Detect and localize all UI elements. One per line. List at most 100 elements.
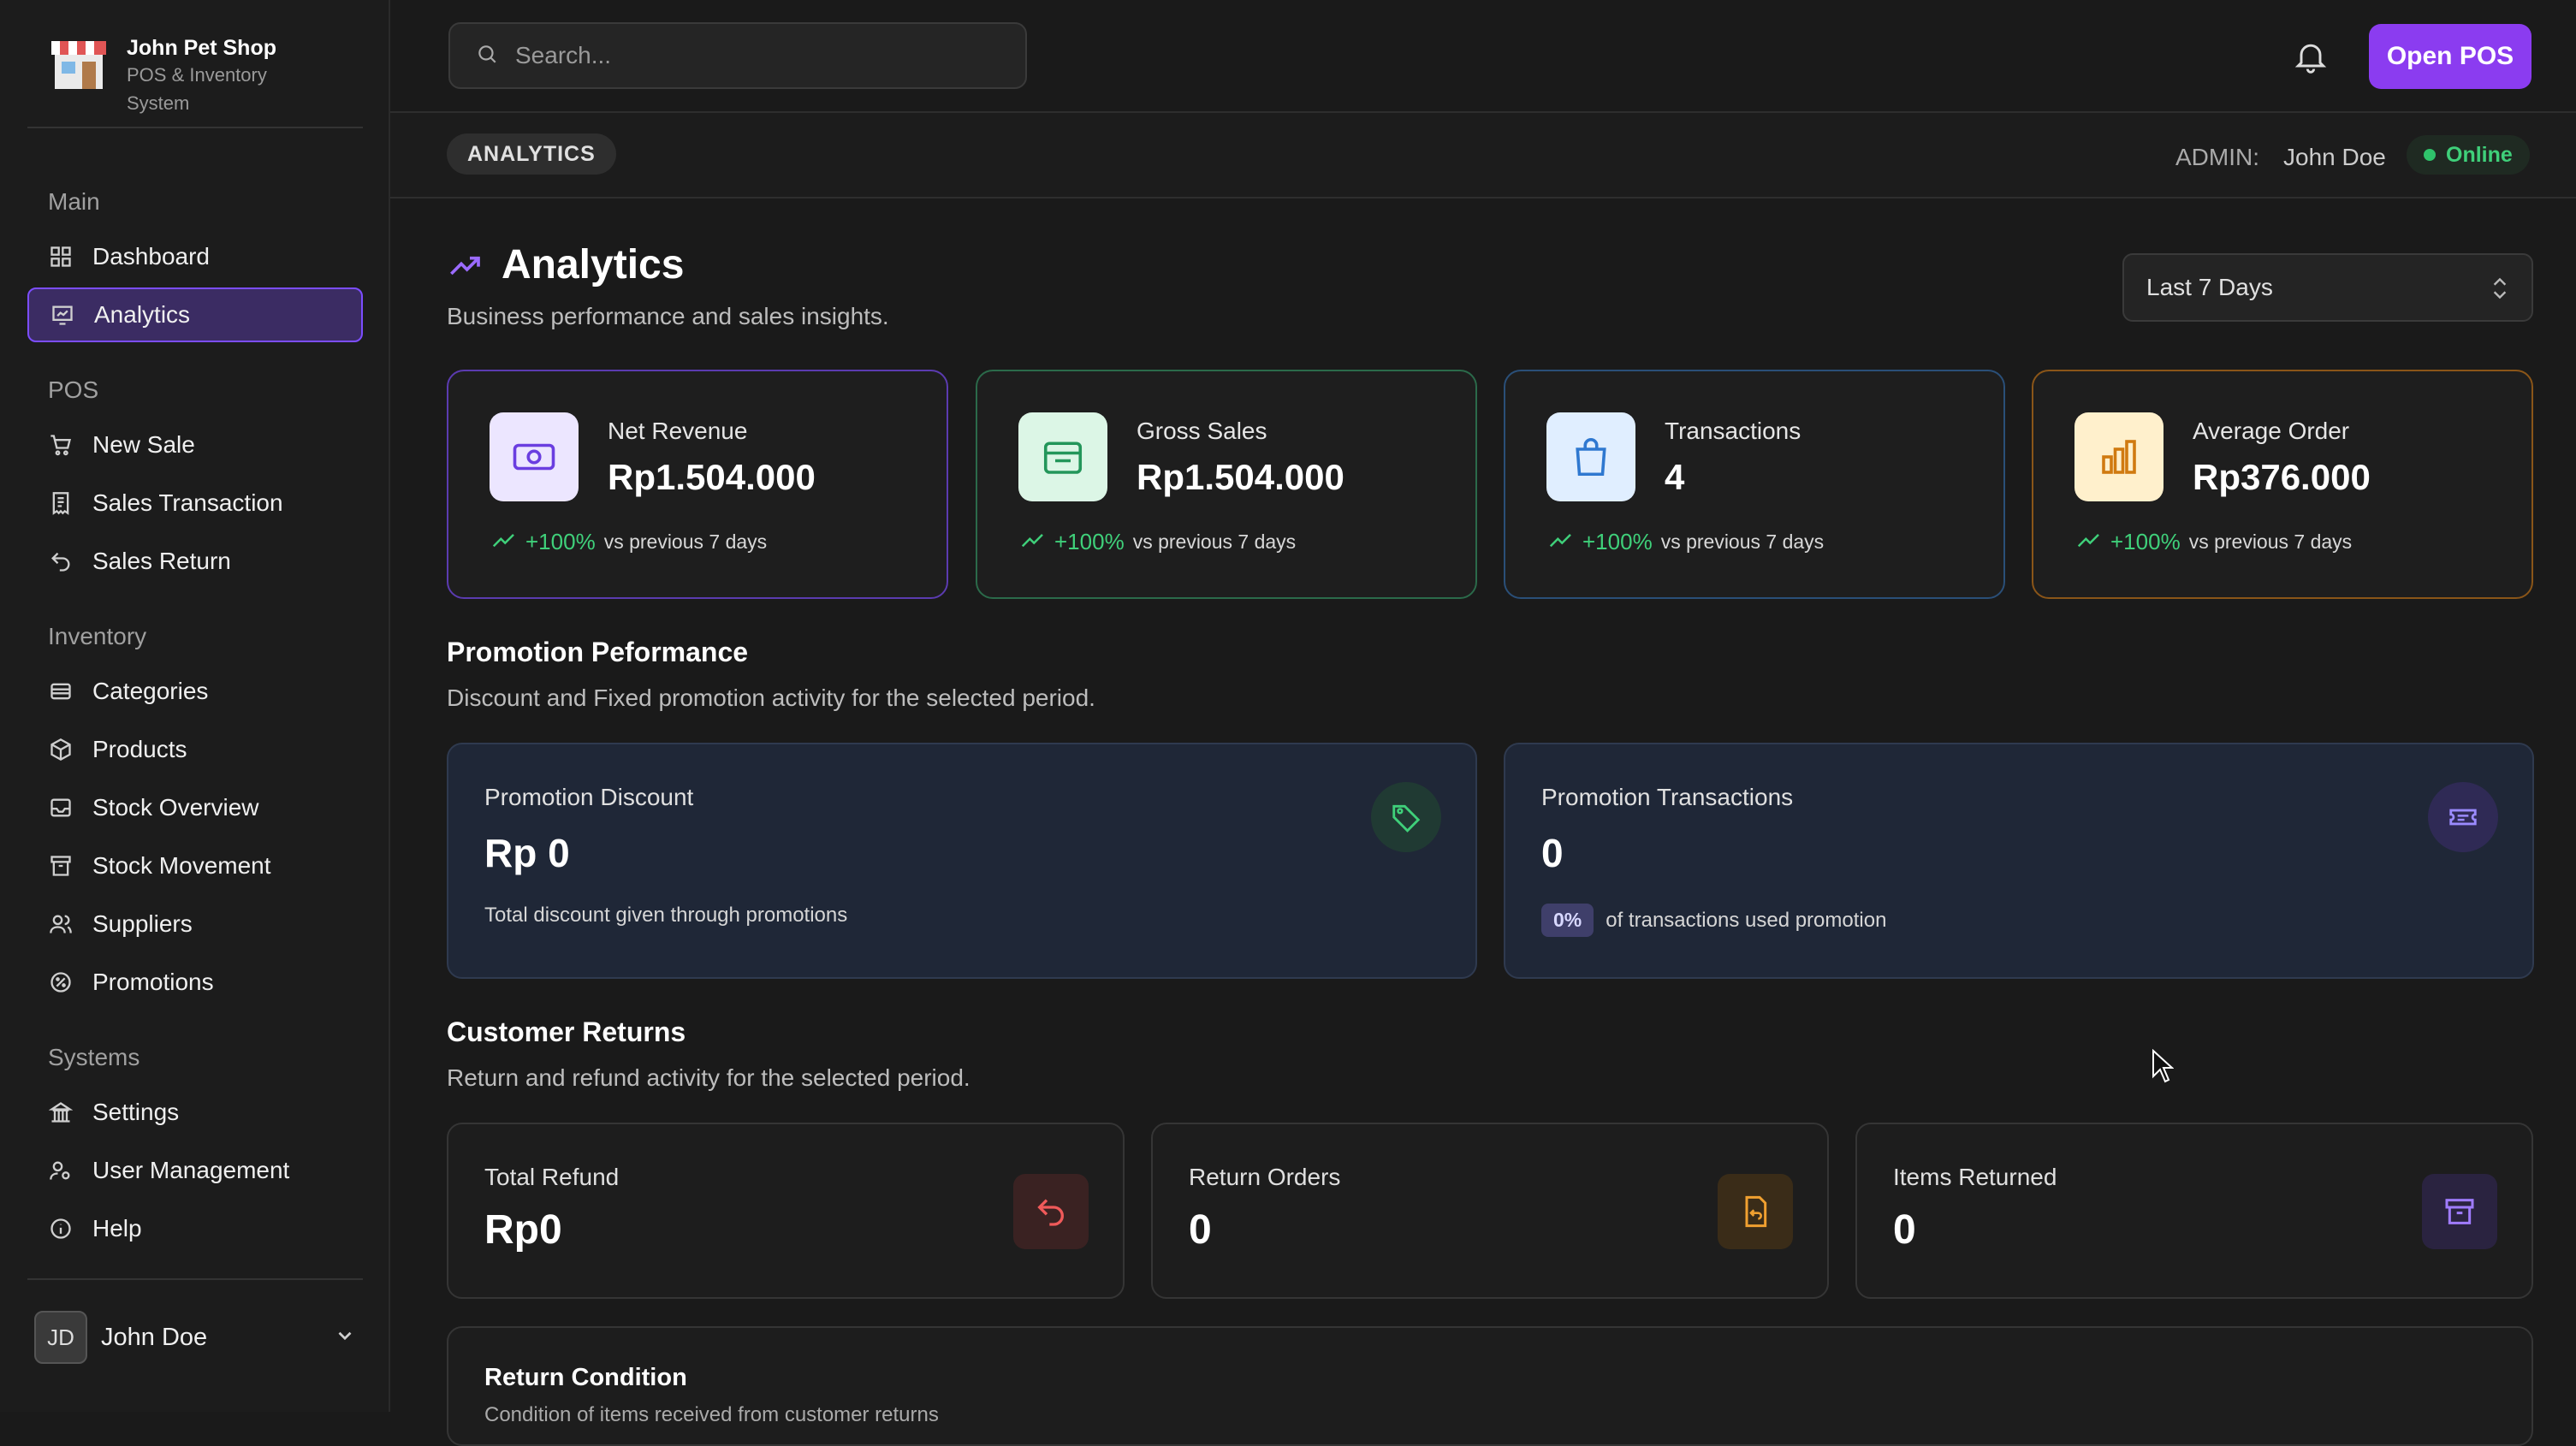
sidebar-item-label: New Sale [92, 431, 195, 458]
kpi-value: Rp376.000 [2193, 457, 2371, 497]
section-inventory: Inventory [48, 623, 147, 649]
kpi-change: +100% vs previous 7 days [491, 529, 767, 555]
trending-up-icon [1020, 530, 1046, 554]
sidebar-item-label: Stock Overview [92, 794, 259, 821]
percent-icon [48, 969, 74, 995]
kpi-change: +100% vs previous 7 days [1020, 529, 1296, 555]
items-returned-card: Items Returned 0 [1855, 1123, 2533, 1299]
brand-subtitle: POS & Inventory System [127, 64, 267, 114]
undo-icon [48, 548, 74, 574]
sidebar-item-label: Analytics [94, 301, 191, 328]
user-menu[interactable]: JD John Doe [34, 1309, 356, 1366]
users-icon [48, 911, 74, 937]
cart-icon [48, 432, 74, 458]
promo-label: Promotion Transactions [1541, 784, 1794, 810]
sidebar-divider [27, 1278, 363, 1280]
topbar: Open POS [390, 0, 2576, 113]
sidebar-item-promotions[interactable]: Promotions [27, 955, 363, 1010]
sidebar-item-analytics[interactable]: Analytics [27, 287, 363, 342]
status-badge: Online [2407, 135, 2530, 175]
building-icon [48, 1099, 74, 1125]
open-pos-button[interactable]: Open POS [2369, 24, 2531, 89]
search-input[interactable] [513, 41, 996, 70]
sidebar-item-categories[interactable]: Categories [27, 664, 363, 719]
tag-icon [1371, 782, 1441, 852]
kpi-change-percent: +100% [1054, 529, 1125, 554]
sidebar-item-label: Categories [92, 678, 209, 704]
kpi-value: Rp1.504.000 [608, 457, 816, 497]
promotion-section-title: Promotion Peformance [447, 637, 749, 667]
sidebar-item-sales-transaction[interactable]: Sales Transaction [27, 476, 363, 530]
sidebar-item-sales-return[interactable]: Sales Return [27, 534, 363, 589]
page-title: Analytics [502, 242, 685, 287]
box-icon [48, 737, 74, 762]
kpi-card-transactions: Transactions 4 +100% vs previous 7 days [1504, 370, 2005, 599]
sidebar-item-label: Settings [92, 1099, 180, 1125]
chevron-up-down-icon [2489, 274, 2511, 309]
sidebar-item-dashboard[interactable]: Dashboard [27, 229, 363, 284]
promo-value: 0 [1541, 831, 1564, 875]
promo-value: Rp 0 [484, 831, 570, 875]
brand-name: John Pet Shop [127, 36, 276, 60]
info-icon [48, 1216, 74, 1242]
return-label: Items Returned [1893, 1164, 2057, 1190]
sidebar-item-settings[interactable]: Settings [27, 1085, 363, 1140]
subbar: ANALYTICS ADMIN: John Doe Online [390, 113, 2576, 199]
trending-up-icon [447, 248, 484, 282]
sidebar-item-stock-overview[interactable]: Stock Overview [27, 780, 363, 835]
sidebar-item-label: Dashboard [92, 243, 210, 270]
kpi-change-note: vs previous 7 days [603, 530, 768, 553]
trending-up-icon [491, 530, 517, 554]
sidebar-item-new-sale[interactable]: New Sale [27, 418, 363, 472]
breadcrumb[interactable]: ANALYTICS [447, 133, 616, 175]
kpi-change-percent: +100% [525, 529, 596, 554]
chevron-down-icon [334, 1325, 356, 1351]
return-label: Total Refund [484, 1164, 620, 1190]
promotion-discount-card: Promotion Discount Rp 0 Total discount g… [447, 743, 1477, 979]
inbox-icon [48, 795, 74, 821]
grid-icon [48, 244, 74, 270]
sidebar-item-products[interactable]: Products [27, 722, 363, 777]
sidebar-item-stock-movement[interactable]: Stock Movement [27, 839, 363, 893]
section-pos: POS [48, 376, 99, 403]
return-condition-card: Return Condition Condition of items rece… [447, 1326, 2533, 1446]
return-condition-subtitle: Condition of items received from custome… [484, 1403, 939, 1426]
sidebar-item-help[interactable]: Help [27, 1201, 363, 1256]
sidebar-item-label: Promotions [92, 969, 214, 995]
returns-section-title: Customer Returns [447, 1016, 686, 1047]
promotion-section-subtitle: Discount and Fixed promotion activity fo… [447, 684, 1095, 711]
kpi-card-net-revenue: Net Revenue Rp1.504.000 +100% vs previou… [447, 370, 948, 599]
bell-icon[interactable] [2292, 38, 2330, 75]
archive-icon [48, 853, 74, 879]
bar-chart-icon [2074, 412, 2163, 501]
brand: John Pet Shop POS & Inventory System [50, 33, 289, 117]
money-icon [490, 412, 579, 501]
chart-icon [50, 302, 75, 328]
sidebar-item-label: Products [92, 736, 187, 762]
user-cog-icon [48, 1158, 74, 1183]
sidebar-item-label: Suppliers [92, 910, 193, 937]
kpi-change-percent: +100% [1582, 529, 1653, 554]
wallet-icon [1018, 412, 1107, 501]
return-value: 0 [1189, 1207, 1212, 1253]
section-main: Main [48, 188, 100, 215]
total-refund-card: Total Refund Rp0 [447, 1123, 1125, 1299]
kpi-card-average-order: Average Order Rp376.000 +100% vs previou… [2032, 370, 2533, 599]
archive-icon [2422, 1174, 2497, 1249]
sidebar-item-user-management[interactable]: User Management [27, 1143, 363, 1198]
kpi-label: Transactions [1665, 418, 1801, 444]
kpi-change: +100% vs previous 7 days [1548, 529, 1824, 555]
search-box[interactable] [448, 22, 1027, 89]
user-name: John Doe [101, 1323, 208, 1351]
avatar: JD [34, 1311, 87, 1364]
search-icon [476, 43, 498, 69]
kpi-change: +100% vs previous 7 days [2076, 529, 2352, 555]
ticket-icon [2428, 782, 2498, 852]
sidebar-item-label: Sales Return [92, 548, 231, 574]
date-range-select[interactable]: Last 7 Days [2122, 253, 2533, 322]
undo-icon [1013, 1174, 1089, 1249]
sidebar-item-suppliers[interactable]: Suppliers [27, 897, 363, 951]
return-orders-card: Return Orders 0 [1151, 1123, 1829, 1299]
admin-name: John Doe [2283, 144, 2386, 170]
trending-up-icon [1548, 530, 1574, 554]
